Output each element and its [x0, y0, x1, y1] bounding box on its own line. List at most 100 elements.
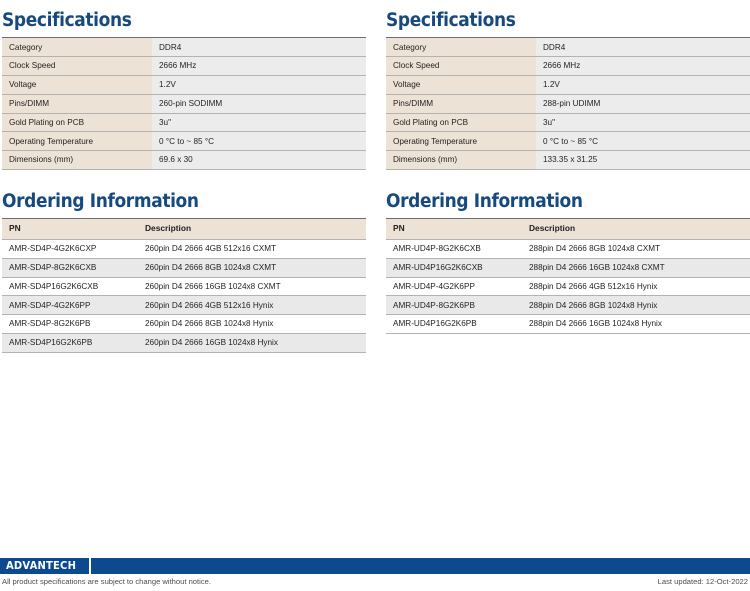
spec-value: 0 °C to ~ 85 °C	[152, 131, 366, 152]
table-row: AMR-UD4P-8G2K6PB 288pin D4 2666 8GB 1024x…	[386, 295, 750, 316]
part-number-cell: AMR-UD4P-4G2K6PP	[386, 277, 522, 297]
table-row: AMR-SD4P-8G2K6PB 260pin D4 2666 8GB 1024x…	[2, 314, 366, 335]
table-row: Operating Temperature 0 °C to ~ 85 °C	[386, 131, 750, 152]
description-cell: 260pin D4 2666 4GB 512x16 CXMT	[138, 239, 366, 259]
part-number-cell: AMR-SD4P-8G2K6PB	[2, 314, 138, 335]
table-row: Dimensions (mm) 133.35 x 31.25	[386, 150, 750, 170]
advantech-logo-text: ADVANTECH	[6, 559, 77, 572]
description-cell: 260pin D4 2666 16GB 1024x8 Hynix	[138, 333, 366, 353]
table-row: AMR-SD4P16G2K6CXB 260pin D4 2666 16GB 102…	[2, 277, 366, 297]
table-row: AMR-SD4P16G2K6PB 260pin D4 2666 16GB 1024…	[2, 333, 366, 353]
part-number-cell: AMR-UD4P16G2K6CXB	[386, 258, 522, 278]
part-number-cell: AMR-UD4P16G2K6PB	[386, 314, 522, 335]
spec-label: Category	[386, 37, 536, 58]
spec-value: DDR4	[152, 37, 366, 58]
column-header-pn: PN	[386, 218, 522, 241]
spec-value: 69.6 x 30	[152, 150, 366, 170]
ordering-table-left: PN Description AMR-SD4P-4G2K6CXP 260pin D…	[2, 218, 366, 353]
datasheet-page: Specifications Category DDR4 Clock Speed 26…	[0, 0, 750, 591]
ordering-body-right: AMR-UD4P-8G2K6CXB 288pin D4 2666 8GB 1024…	[386, 239, 750, 335]
page-title: Specifications	[2, 10, 132, 31]
table-row: AMR-UD4P16G2K6PB 288pin D4 2666 16GB 1024…	[386, 314, 750, 335]
specifications-body-right: Category DDR4 Clock Speed 2666 MHz Voltage 1.…	[386, 37, 750, 170]
table-row: Clock Speed 2666 MHz	[2, 56, 366, 77]
right-column: Specifications Category DDR4 Clock Speed 26…	[386, 0, 750, 353]
specifications-table-right: Category DDR4 Clock Speed 2666 MHz Voltage 1.…	[386, 37, 750, 170]
description-cell: 260pin D4 2666 4GB 512x16 Hynix	[138, 295, 366, 316]
description-cell: 260pin D4 2666 16GB 1024x8 CXMT	[138, 277, 366, 297]
table-row: AMR-SD4P-4G2K6CXP 260pin D4 2666 4GB 512x…	[2, 239, 366, 259]
footer-note: All product specifications are subject t…	[0, 574, 750, 591]
table-row: Category DDR4	[2, 37, 366, 58]
table-row: Dimensions (mm) 69.6 x 30	[2, 150, 366, 170]
part-number-cell: AMR-SD4P16G2K6CXB	[2, 277, 138, 297]
table-row: Gold Plating on PCB 3u"	[2, 113, 366, 133]
part-number-cell: AMR-SD4P16G2K6PB	[2, 333, 138, 353]
part-number-cell: AMR-SD4P-8G2K6CXB	[2, 258, 138, 278]
spec-label: Clock Speed	[2, 56, 152, 77]
ordering-information-title: Ordering Information	[2, 191, 199, 212]
spec-value: 288-pin UDIMM	[536, 94, 750, 114]
part-number-cell: AMR-SD4P-4G2K6CXP	[2, 239, 138, 259]
spec-label: Dimensions (mm)	[386, 150, 536, 170]
table-row: Clock Speed 2666 MHz	[386, 56, 750, 77]
table-row: AMR-UD4P-4G2K6PP 288pin D4 2666 4GB 512x1…	[386, 277, 750, 297]
specifications-table-left: Category DDR4 Clock Speed 2666 MHz Voltage 1.…	[2, 37, 366, 170]
spec-label: Gold Plating on PCB	[2, 113, 152, 133]
advantech-logo: ADVANTECH	[0, 558, 91, 574]
spec-value: 3u"	[536, 113, 750, 133]
column-header-description: Description	[138, 218, 366, 241]
table-row: Pins/DIMM 260-pin SODIMM	[2, 94, 366, 114]
spec-label: Voltage	[386, 75, 536, 95]
ordering-body-left: AMR-SD4P-4G2K6CXP 260pin D4 2666 4GB 512x…	[2, 239, 366, 353]
specifications-body-left: Category DDR4 Clock Speed 2666 MHz Voltage 1.…	[2, 37, 366, 170]
description-cell: 260pin D4 2666 8GB 1024x8 CXMT	[138, 258, 366, 278]
spec-label: Operating Temperature	[386, 131, 536, 152]
table-row: AMR-UD4P16G2K6CXB 288pin D4 2666 16GB 102…	[386, 258, 750, 278]
column-header-pn: PN	[2, 218, 138, 241]
spec-label: Operating Temperature	[2, 131, 152, 152]
spec-value: 2666 MHz	[536, 56, 750, 77]
table-header-row: PN Description	[386, 218, 750, 241]
description-cell: 288pin D4 2666 16GB 1024x8 CXMT	[522, 258, 750, 278]
description-cell: 288pin D4 2666 4GB 512x16 Hynix	[522, 277, 750, 297]
description-cell: 288pin D4 2666 8GB 1024x8 Hynix	[522, 295, 750, 316]
table-row: Category DDR4	[386, 37, 750, 58]
spec-value: 1.2V	[536, 75, 750, 95]
part-number-cell: AMR-SD4P-4G2K6PP	[2, 295, 138, 316]
last-updated-text: Last updated: 12-Oct-2022	[657, 577, 748, 586]
table-row: AMR-SD4P-4G2K6PP 260pin D4 2666 4GB 512x1…	[2, 295, 366, 316]
ordering-header-left: PN Description	[2, 218, 366, 241]
spec-label: Dimensions (mm)	[2, 150, 152, 170]
description-cell: 288pin D4 2666 16GB 1024x8 Hynix	[522, 314, 750, 335]
spec-label: Pins/DIMM	[386, 94, 536, 114]
ordering-information-title-right: Ordering Information	[386, 191, 583, 212]
page-title-right: Specifications	[386, 10, 516, 31]
table-row: Voltage 1.2V	[2, 75, 366, 95]
table-row: Gold Plating on PCB 3u"	[386, 113, 750, 133]
table-row: Pins/DIMM 288-pin UDIMM	[386, 94, 750, 114]
spec-label: Category	[2, 37, 152, 58]
spec-label: Clock Speed	[386, 56, 536, 77]
table-row: Operating Temperature 0 °C to ~ 85 °C	[2, 131, 366, 152]
part-number-cell: AMR-UD4P-8G2K6PB	[386, 295, 522, 316]
table-row: AMR-UD4P-8G2K6CXB 288pin D4 2666 8GB 1024…	[386, 239, 750, 259]
spec-label: Pins/DIMM	[2, 94, 152, 114]
table-row: AMR-SD4P-8G2K6CXB 260pin D4 2666 8GB 1024…	[2, 258, 366, 278]
ordering-header-right: PN Description	[386, 218, 750, 241]
ordering-table-right: PN Description AMR-UD4P-8G2K6CXB 288pin D…	[386, 218, 750, 335]
description-cell: 288pin D4 2666 8GB 1024x8 CXMT	[522, 239, 750, 259]
column-header-description: Description	[522, 218, 750, 241]
disclaimer-text: All product specifications are subject t…	[2, 577, 211, 586]
spec-value: 133.35 x 31.25	[536, 150, 750, 170]
spec-value: DDR4	[536, 37, 750, 58]
table-header-row: PN Description	[2, 218, 366, 241]
spec-value: 3u"	[152, 113, 366, 133]
footer-brand-bar: ADVANTECH	[0, 558, 750, 574]
spec-value: 1.2V	[152, 75, 366, 95]
description-cell: 260pin D4 2666 8GB 1024x8 Hynix	[138, 314, 366, 335]
table-row: Voltage 1.2V	[386, 75, 750, 95]
spec-label: Voltage	[2, 75, 152, 95]
spec-value: 2666 MHz	[152, 56, 366, 77]
two-column-layout: Specifications Category DDR4 Clock Speed 26…	[0, 0, 750, 353]
